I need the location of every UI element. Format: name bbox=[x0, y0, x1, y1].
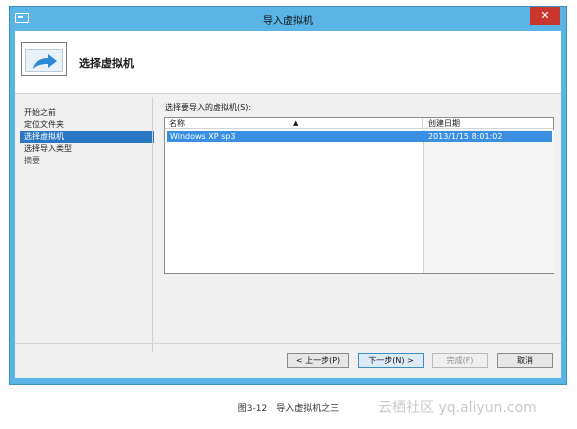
import-vm-window: 导入虚拟机 ✕ 选择虚拟机 开始之前 定位文件夹 选择虚拟机 选择导入类型 摘要… bbox=[9, 6, 567, 385]
window-title: 导入虚拟机 bbox=[263, 16, 313, 27]
sort-ascending-icon: ▲ bbox=[293, 119, 299, 127]
step-locate-folder[interactable]: 定位文件夹 bbox=[20, 119, 154, 131]
wizard-steps: 开始之前 定位文件夹 选择虚拟机 选择导入类型 摘要 bbox=[20, 107, 154, 167]
vm-created-cell: 2013/1/15 8:01:02 bbox=[428, 132, 503, 141]
page-title: 选择虚拟机 bbox=[79, 57, 134, 70]
vm-list-label: 选择要导入的虚拟机(S): bbox=[165, 103, 252, 112]
table-row[interactable]: Windows XP sp3 2013/1/15 8:01:02 bbox=[167, 131, 552, 142]
step-before-you-begin[interactable]: 开始之前 bbox=[20, 107, 154, 119]
wizard-header: 选择虚拟机 bbox=[15, 31, 561, 94]
close-button[interactable]: ✕ bbox=[530, 7, 560, 25]
date-column-area bbox=[423, 130, 554, 273]
next-button[interactable]: 下一步(N) > bbox=[358, 353, 424, 368]
dialog-body: 选择虚拟机 开始之前 定位文件夹 选择虚拟机 选择导入类型 摘要 选择要导入的虚… bbox=[15, 31, 561, 378]
previous-button[interactable]: < 上一步(P) bbox=[287, 353, 349, 368]
vm-name-cell: Windows XP sp3 bbox=[170, 132, 236, 141]
import-arrow-icon bbox=[21, 42, 67, 76]
step-select-vm[interactable]: 选择虚拟机 bbox=[20, 131, 154, 143]
cancel-button[interactable]: 取消 bbox=[497, 353, 553, 368]
watermark-text: 云栖社区 yq.aliyun.com bbox=[378, 400, 537, 416]
column-header-created[interactable]: 创建日期 bbox=[423, 118, 553, 129]
finish-button[interactable]: 完成(F) bbox=[432, 353, 488, 368]
step-summary[interactable]: 摘要 bbox=[20, 155, 154, 167]
step-import-type[interactable]: 选择导入类型 bbox=[20, 143, 154, 155]
footer-divider bbox=[15, 343, 561, 344]
nav-divider bbox=[152, 97, 153, 352]
vm-list[interactable]: 名称 创建日期 ▲ Windows XP sp3 2013/1/15 8:01:… bbox=[164, 117, 554, 274]
title-bar[interactable]: 导入虚拟机 ✕ bbox=[10, 7, 566, 31]
